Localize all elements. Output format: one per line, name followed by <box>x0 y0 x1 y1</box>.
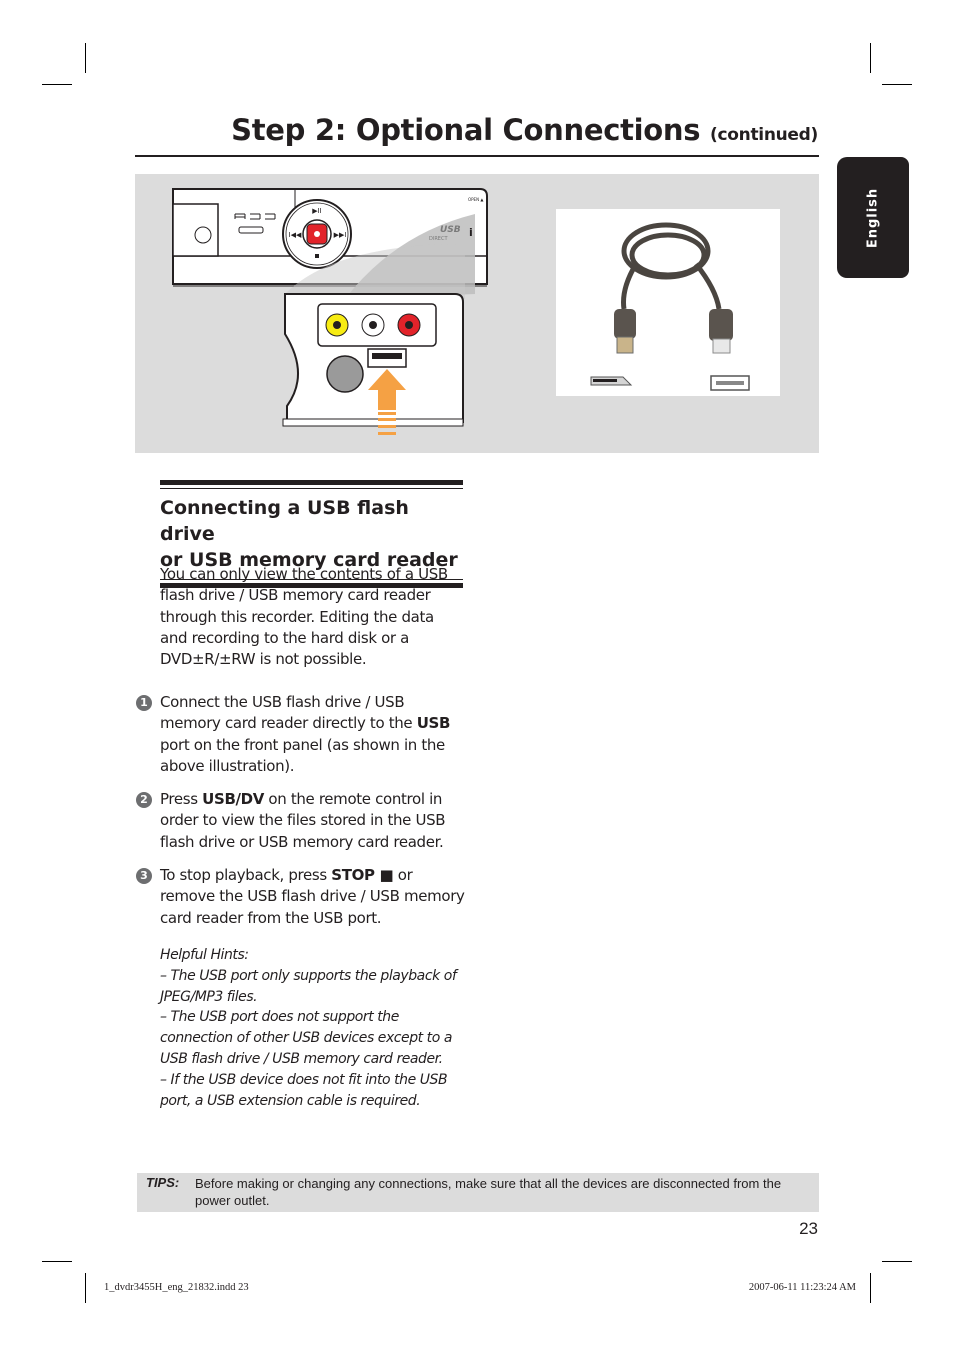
crop-mark <box>42 1261 72 1262</box>
step-text: Connect the USB flash drive / USB memory… <box>160 693 417 733</box>
step-item: 1 Connect the USB flash drive / USB memo… <box>136 692 466 777</box>
page-title-suffix: (continued) <box>710 125 818 145</box>
language-tab-label: English <box>865 187 881 248</box>
hint-item: – The USB port does not support the conn… <box>160 1009 452 1067</box>
svg-text:▶II: ▶II <box>312 207 322 215</box>
title-rule <box>135 155 819 157</box>
intro-paragraph: You can only view the contents of a USB … <box>160 565 448 669</box>
helpful-hints: Helpful Hints: – The USB port only suppo… <box>160 945 465 1111</box>
crop-mark <box>870 43 871 73</box>
section-heading-line1: Connecting a USB flash drive <box>160 497 409 545</box>
step-number-icon: 1 <box>136 695 152 711</box>
step-item: 2 Press USB/DV on the remote control in … <box>136 789 466 853</box>
language-tab: English <box>837 157 909 278</box>
step-text: Press <box>160 790 203 808</box>
usb-extension-cable-photo <box>556 209 780 396</box>
usb-a-socket-icon <box>710 375 750 391</box>
step-keyword: USB/DV <box>202 790 265 808</box>
svg-text:DIRECT: DIRECT <box>429 236 448 242</box>
step-text: port on the front panel (as shown in the… <box>160 735 445 775</box>
page-title: Step 2: Optional Connections (continued) <box>231 113 818 147</box>
step-item: 3 To stop playback, press STOP ■ or remo… <box>136 865 466 929</box>
crop-mark <box>882 84 912 85</box>
step-keyword: STOP ■ <box>331 866 394 884</box>
step-keyword: USB <box>416 714 451 733</box>
tips-text: Before making or changing any connection… <box>195 1176 782 1208</box>
hints-title: Helpful Hints: <box>160 947 249 963</box>
usb-a-plug-icon <box>590 376 633 386</box>
svg-text:OPEN ▲: OPEN ▲ <box>468 197 484 202</box>
step-text: To stop playback, press <box>160 866 332 884</box>
heading-rule-top <box>160 480 463 485</box>
svg-text:USB: USB <box>440 225 461 235</box>
crop-mark <box>882 1261 912 1262</box>
page-title-text: Step 2: Optional Connections <box>231 113 701 147</box>
power-button-icon <box>194 226 212 244</box>
svg-text:I◀◀: I◀◀ <box>289 231 302 239</box>
heading-rule-top-thin <box>160 488 463 489</box>
slug-timestamp: 2007-06-11 11:23:24 AM <box>748 1282 856 1293</box>
hint-item: – The USB port only supports the playbac… <box>160 967 457 1005</box>
crop-mark <box>85 43 86 73</box>
s-video-port-icon <box>326 355 364 393</box>
usb-cable-icon <box>590 222 750 391</box>
connection-illustration: ▶II I◀◀ ▶▶I USB DIRECT i OPEN ▲ <box>135 174 819 453</box>
crop-mark <box>42 84 72 85</box>
crop-mark <box>870 1273 871 1303</box>
hint-item: – If the USB device does not fit into th… <box>160 1071 448 1109</box>
crop-mark <box>85 1273 86 1303</box>
slug-filename: 1_dvdr3455H_eng_21832.indd 23 <box>104 1282 249 1293</box>
tips-label: TIPS: <box>146 1175 180 1190</box>
svg-text:i: i <box>469 226 473 239</box>
page-number: 23 <box>799 1219 818 1238</box>
step-number-icon: 2 <box>136 792 152 808</box>
tips-box: TIPS: Before making or changing any conn… <box>137 1173 819 1212</box>
step-number-icon: 3 <box>136 868 152 884</box>
svg-text:▶▶I: ▶▶I <box>334 231 347 239</box>
